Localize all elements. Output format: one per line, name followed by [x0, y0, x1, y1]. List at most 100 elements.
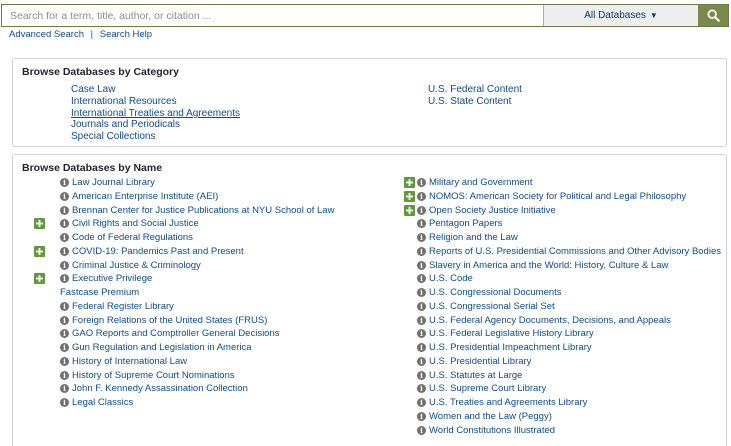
info-icon[interactable]: i: [60, 260, 69, 270]
info-icon[interactable]: i: [417, 411, 426, 421]
info-icon[interactable]: i: [60, 274, 69, 284]
database-item-u-s-congressional-documents[interactable]: i U.S. Congressional Documents: [417, 286, 562, 299]
info-icon[interactable]: i: [417, 370, 426, 380]
database-item-gao-reports-and-comptroller-general-decisions[interactable]: i GAO Reports and Comptroller General Dec…: [60, 327, 280, 340]
database-item-u-s-supreme-court-library[interactable]: i U.S. Supreme Court Library: [417, 382, 546, 395]
advanced-search-link[interactable]: Advanced Search: [9, 29, 84, 40]
info-icon[interactable]: i: [60, 178, 69, 187]
info-icon[interactable]: i: [60, 301, 69, 311]
database-item-u-s-federal-legislative-history-library[interactable]: i U.S. Federal Legislative History Librar…: [417, 327, 594, 340]
expand-nomos-american-society-for-political-and-legal-philosophy-button[interactable]: [404, 190, 415, 202]
database-item-criminal-justice-criminology[interactable]: i Criminal Justice & Criminology: [60, 259, 201, 272]
category-link-us-federal-content[interactable]: U.S. Federal Content: [428, 84, 522, 95]
database-item-u-s-presidential-library[interactable]: i U.S. Presidential Library: [417, 355, 531, 368]
info-icon[interactable]: i: [417, 343, 426, 352]
database-item-federal-register-library[interactable]: i Federal Register Library: [60, 300, 174, 313]
database-item-label: Criminal Justice & Criminology: [72, 259, 201, 271]
database-item-law-journal-library[interactable]: i Law Journal Library: [60, 176, 155, 189]
database-item-u-s-federal-agency-documents-decisions-and-appeals[interactable]: i U.S. Federal Agency Documents, Decision…: [417, 314, 671, 327]
expand-executive-privilege-button[interactable]: [34, 273, 45, 285]
database-item-pentagon-papers[interactable]: i Pentagon Papers: [417, 217, 502, 230]
database-item-world-constitutions-illustrated[interactable]: i World Constitutions Illustrated: [417, 424, 555, 437]
browse-by-name-title: Browse Databases by Name: [22, 162, 163, 174]
database-item-label: U.S. Congressional Documents: [429, 287, 562, 298]
database-item-open-society-justice-initiative[interactable]: i Open Society Justice Initiative: [417, 204, 556, 217]
expand-military-and-government-button[interactable]: [404, 177, 415, 188]
database-select-label: All Databases: [584, 10, 646, 21]
database-item-legal-classics[interactable]: i Legal Classics: [60, 396, 133, 409]
info-icon[interactable]: i: [417, 260, 426, 270]
database-select[interactable]: All Databases ▼: [543, 5, 698, 26]
info-icon[interactable]: i: [60, 191, 69, 201]
info-icon[interactable]: i: [60, 233, 69, 242]
category-link-international-resources[interactable]: International Resources: [71, 96, 177, 107]
database-item-foreign-relations-of-the-united-states-frus[interactable]: i Foreign Relations of the United States …: [60, 314, 267, 327]
database-item-women-and-the-law-peggy[interactable]: i Women and the Law (Peggy): [417, 410, 552, 423]
database-item-history-of-international-law[interactable]: i History of International Law: [60, 355, 187, 368]
database-item-gun-regulation-and-legislation-in-america[interactable]: i Gun Regulation and Legislation in Ameri…: [60, 341, 252, 354]
category-link-special-collections[interactable]: Special Collections: [71, 131, 156, 142]
expand-civil-rights-and-social-justice-button[interactable]: [34, 218, 45, 230]
info-icon[interactable]: i: [417, 315, 426, 325]
database-item-covid-19-pandemics-past-and-present[interactable]: i COVID-19: Pandemics Past and Present: [60, 245, 244, 258]
database-item-history-of-supreme-court-nominations[interactable]: i History of Supreme Court Nominations: [60, 369, 235, 382]
database-item-nomos-american-society-for-political-and-legal-philosophy[interactable]: i NOMOS: American Society for Political a…: [417, 190, 686, 203]
info-icon[interactable]: i: [60, 205, 69, 215]
database-item-u-s-statutes-at-large[interactable]: i U.S. Statutes at Large: [417, 369, 522, 382]
info-icon[interactable]: i: [417, 219, 426, 229]
category-link-us-state-content[interactable]: U.S. State Content: [428, 96, 511, 107]
database-item-u-s-presidential-impeachment-library[interactable]: i U.S. Presidential Impeachment Library: [417, 341, 592, 354]
database-item-label: Foreign Relations of the United States (…: [72, 314, 268, 326]
info-icon[interactable]: i: [417, 274, 426, 284]
database-item-label: Religion and the Law: [429, 232, 518, 243]
expand-covid-19-pandemics-past-and-present-button[interactable]: [34, 245, 45, 257]
category-link-case-law[interactable]: Case Law: [71, 84, 115, 95]
info-icon[interactable]: i: [417, 233, 426, 242]
database-item-brennan-center-for-justice-publications-at-nyu-school-of-law[interactable]: i Brennan Center for Justice Publications…: [60, 204, 334, 217]
info-icon[interactable]: i: [60, 219, 69, 229]
database-item-label: U.S. Supreme Court Library: [429, 383, 547, 395]
info-icon[interactable]: i: [417, 329, 426, 339]
database-item-reports-of-u-s-presidential-commissions-and-other-advisory-bodies[interactable]: i Reports of U.S. Presidential Commission…: [417, 245, 721, 258]
info-icon[interactable]: i: [60, 384, 69, 394]
info-icon[interactable]: i: [417, 178, 426, 187]
info-icon[interactable]: i: [417, 246, 426, 256]
info-icon[interactable]: i: [60, 370, 69, 380]
info-icon[interactable]: i: [60, 343, 69, 352]
database-item-fastcase-premium[interactable]: Fastcase Premium: [60, 286, 139, 299]
database-item-american-enterprise-institute-aei[interactable]: i American Enterprise Institute (AEI): [60, 190, 218, 203]
info-icon[interactable]: i: [60, 315, 69, 325]
search-help-link[interactable]: Search Help: [100, 29, 152, 40]
info-icon[interactable]: i: [417, 301, 426, 311]
category-link-journals-periodicals[interactable]: Journals and Periodicals: [71, 119, 180, 130]
search-button[interactable]: [698, 5, 728, 26]
database-item-religion-and-the-law[interactable]: i Religion and the Law: [417, 231, 518, 244]
category-link-international-treaties[interactable]: International Treaties and Agreements: [71, 108, 240, 119]
info-icon[interactable]: i: [417, 191, 426, 201]
database-item-executive-privilege[interactable]: i Executive Privilege: [60, 272, 152, 285]
database-item-label: U.S. Presidential Impeachment Library: [429, 342, 592, 353]
info-icon[interactable]: i: [417, 356, 426, 366]
info-icon[interactable]: i: [60, 246, 69, 256]
database-item-u-s-treaties-and-agreements-library[interactable]: i U.S. Treaties and Agreements Library: [417, 396, 587, 409]
database-item-code-of-federal-regulations[interactable]: i Code of Federal Regulations: [60, 231, 193, 244]
info-icon[interactable]: i: [417, 205, 426, 215]
info-icon[interactable]: i: [417, 425, 426, 435]
info-icon[interactable]: i: [417, 288, 426, 297]
info-icon[interactable]: i: [417, 384, 426, 394]
info-icon[interactable]: i: [60, 398, 69, 407]
database-item-u-s-code[interactable]: i U.S. Code: [417, 272, 473, 285]
search-input[interactable]: [2, 5, 543, 26]
info-icon[interactable]: i: [417, 398, 426, 407]
database-item-john-f-kennedy-assassination-collection[interactable]: i John F. Kennedy Assassination Collectio…: [60, 382, 248, 395]
database-item-u-s-congressional-serial-set[interactable]: i U.S. Congressional Serial Set: [417, 300, 555, 313]
browse-by-category-panel: Browse Databases by Category Case Law In…: [12, 58, 727, 147]
database-item-military-and-government[interactable]: i Military and Government: [417, 176, 532, 189]
database-item-label: Fastcase Premium: [60, 287, 140, 298]
dropdown-arrow-icon: ▼: [649, 11, 658, 20]
info-icon[interactable]: i: [60, 329, 69, 339]
database-item-civil-rights-and-social-justice[interactable]: i Civil Rights and Social Justice: [60, 217, 199, 230]
info-icon[interactable]: i: [60, 356, 69, 366]
database-item-slavery-in-america-and-the-world-history-culture-law[interactable]: i Slavery in America and the World: Histo…: [417, 259, 668, 272]
expand-open-society-justice-initiative-button[interactable]: [404, 204, 415, 216]
